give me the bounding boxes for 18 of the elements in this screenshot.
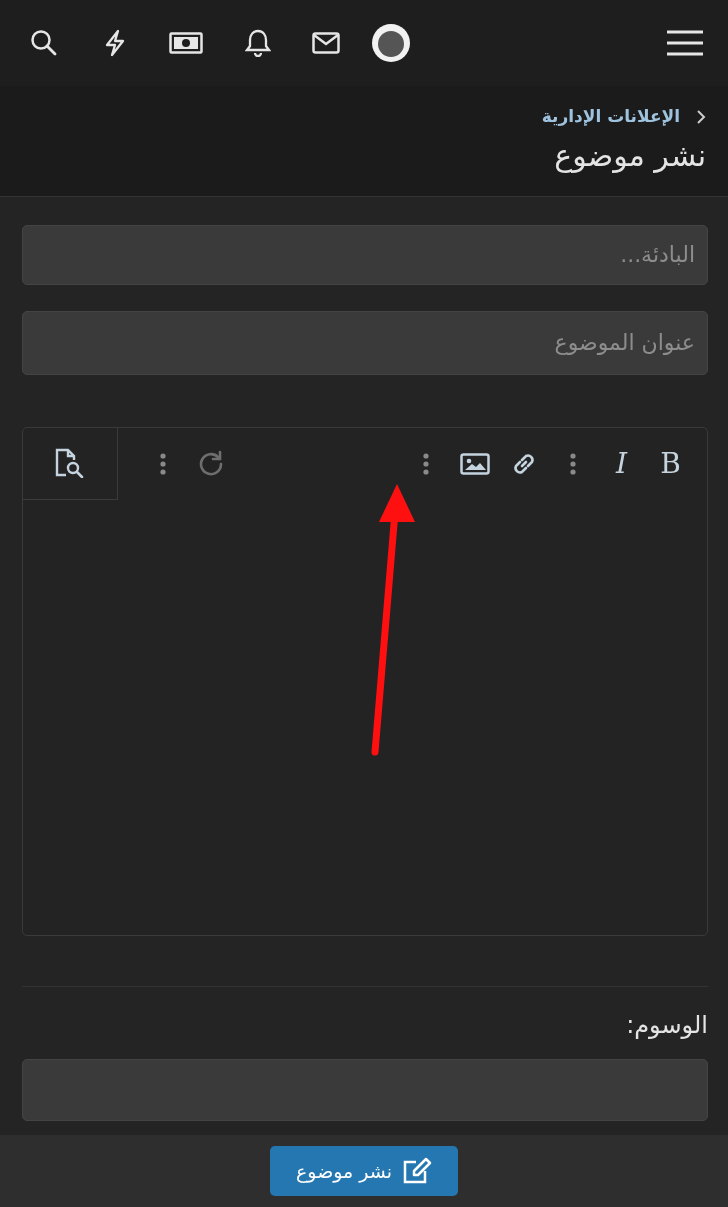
tags-label: الوسوم: (625, 1009, 708, 1041)
edit-icon (402, 1157, 433, 1185)
submit-button[interactable]: نشر موضوع (270, 1146, 459, 1196)
mail-icon[interactable] (312, 32, 340, 54)
breadcrumb-link[interactable]: الإعلانات الإدارية (541, 104, 680, 130)
tags-field[interactable] (22, 1058, 708, 1121)
chevron-icon (696, 108, 706, 125)
search-icon[interactable] (30, 29, 58, 57)
prefix-field[interactable]: البادئة... (22, 224, 708, 285)
bell-icon[interactable] (245, 29, 271, 57)
preview-icon[interactable] (23, 427, 118, 500)
lightning-icon[interactable] (104, 29, 126, 57)
title-field[interactable]: عنوان الموضوع (22, 310, 708, 375)
avatar-icon[interactable] (372, 24, 410, 62)
bold-button[interactable]: B (646, 439, 695, 488)
italic-button[interactable]: I (597, 439, 646, 488)
page-title: نشر موضوع (553, 137, 706, 174)
banknote-icon[interactable] (169, 32, 203, 54)
